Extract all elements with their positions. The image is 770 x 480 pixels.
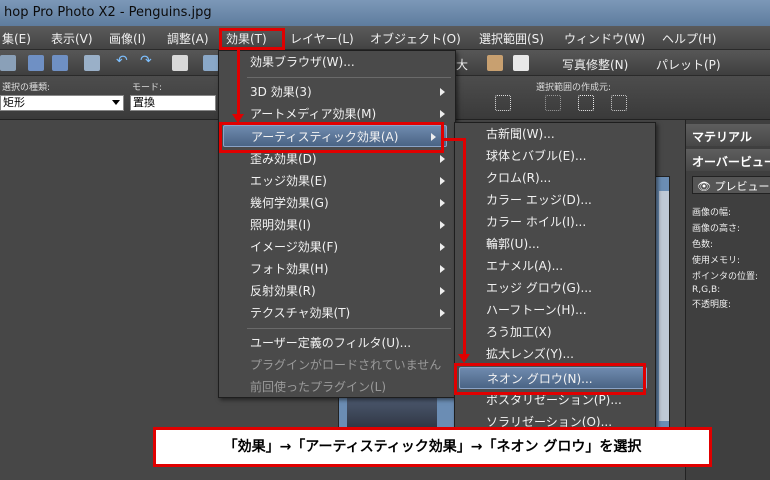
menu-object[interactable]: オブジェクト(O) (370, 30, 461, 47)
menu-item-balls-and-bubbles[interactable]: 球体とバブル(E)... (455, 145, 655, 167)
highlight-effects-menu (219, 28, 285, 50)
overview-panel-title[interactable]: オーバービュー (686, 149, 770, 171)
menu-item-hot-wax[interactable]: ろう加工(X) (455, 321, 655, 343)
menu-help[interactable]: ヘルプ(H) (662, 30, 716, 47)
right-panel: マテリアル オーバービュー 👁 プレビュー 画像の幅: 画像の高さ: 色数: 使… (685, 120, 770, 480)
document-icon[interactable] (513, 55, 529, 71)
select-type-dropdown[interactable]: 矩形 (0, 95, 124, 111)
redo-icon[interactable]: ↷ (140, 53, 156, 69)
menu-separator (247, 328, 451, 329)
menu-item-magnifying-lens[interactable]: 拡大レンズ(Y)... (455, 343, 655, 365)
menu-item-chrome[interactable]: クロム(R)... (455, 167, 655, 189)
window-title: hop Pro Photo X2 - Penguins.jpg (4, 5, 212, 20)
menu-item-colored-edges[interactable]: カラー エッジ(D)... (455, 189, 655, 211)
penguins-photo (347, 397, 437, 431)
submenu-arrow-icon (440, 155, 445, 163)
submenu-arrow-icon (440, 199, 445, 207)
menu-item-enamel[interactable]: エナメル(A)... (455, 255, 655, 277)
undo-icon[interactable]: ↶ (116, 53, 132, 69)
menu-adjust[interactable]: 調整(A) (167, 30, 209, 47)
selection-icon[interactable] (495, 95, 511, 111)
menu-bar: 集(E) 表示(V) 画像(I) 調整(A) 効果(T) レイヤー(L) オブジ… (0, 26, 770, 50)
browse-icon[interactable] (172, 55, 188, 71)
menu-item-aged-newspaper[interactable]: 古新聞(W)... (455, 123, 655, 145)
eye-icon: 👁 (697, 180, 711, 193)
info-opacity: 不透明度: (692, 300, 732, 310)
photo-retouch-menu[interactable]: 写真修整(N) (562, 56, 628, 73)
create-from-label: 選択範囲の作成元: (536, 83, 612, 93)
submenu-arrow-icon (440, 243, 445, 251)
palette-menu[interactable]: パレット(P) (656, 56, 721, 73)
menu-view[interactable]: 表示(V) (51, 30, 93, 47)
submenu-arrow-icon (440, 221, 445, 229)
selection-from-layer-icon[interactable] (578, 95, 594, 111)
menu-item-effect-browser[interactable]: 効果ブラウザ(W)... (219, 51, 455, 73)
title-bar: hop Pro Photo X2 - Penguins.jpg (0, 0, 770, 26)
submenu-arrow-icon (440, 265, 445, 273)
menu-item-glowing-edges[interactable]: エッジ グロウ(G)... (455, 277, 655, 299)
annotation-arrow (463, 138, 466, 356)
menu-item-texture-effects[interactable]: テクスチャ効果(T) (219, 302, 455, 324)
menu-layer[interactable]: レイヤー(L) (290, 30, 354, 47)
menu-item-halftone[interactable]: ハーフトーン(H)... (455, 299, 655, 321)
menu-item-user-defined-filter[interactable]: ユーザー定義のフィルタ(U)... (219, 332, 455, 354)
submenu-arrow-icon (440, 287, 445, 295)
menu-item-photo-effects[interactable]: フォト効果(H) (219, 258, 455, 280)
mode-dropdown[interactable]: 置換 (130, 95, 216, 111)
chevron-down-icon (112, 100, 120, 105)
menu-separator (247, 77, 451, 78)
mode-value: 置換 (133, 96, 155, 109)
materials-panel-title[interactable]: マテリアル (686, 124, 770, 146)
annotation-arrow (237, 50, 240, 116)
screenshot-icon[interactable] (203, 55, 219, 71)
selection-from-mask-icon[interactable] (611, 95, 627, 111)
selection-from-image-icon[interactable] (545, 95, 561, 111)
save-icon[interactable] (28, 55, 44, 71)
submenu-arrow-icon (440, 309, 445, 317)
info-width: 画像の幅: (692, 208, 732, 218)
preview-label: プレビュー (714, 180, 770, 193)
menu-item-no-plugins: プラグインがロードされていません (250, 358, 442, 372)
menu-item-illumination-effects[interactable]: 照明効果(I) (219, 214, 455, 236)
menu-item-reflection-effects[interactable]: 反射効果(R) (219, 280, 455, 302)
select-type-value: 矩形 (3, 96, 25, 109)
toolbar-tail-char: 大 (456, 58, 469, 72)
effects-menu: 効果ブラウザ(W)... 3D 効果(3) アートメディア効果(M) アーティス… (218, 50, 456, 398)
highlight-artistic-effects (219, 122, 444, 153)
instruction-caption: 「効果」→「アーティスティック効果」→「ネオン グロウ」を選択 (153, 427, 712, 467)
info-memory: 使用メモリ: (692, 256, 741, 266)
camera-icon[interactable] (487, 55, 503, 71)
arrow-down-icon (458, 354, 470, 363)
print-icon[interactable] (84, 55, 100, 71)
menu-item-contours[interactable]: 輪郭(U)... (455, 233, 655, 255)
submenu-arrow-icon (440, 177, 445, 185)
select-type-label: 選択の種類: (2, 83, 51, 93)
menu-item-edge-effects[interactable]: エッジ効果(E) (219, 170, 455, 192)
menu-selection[interactable]: 選択範囲(S) (479, 30, 544, 47)
submenu-arrow-icon (440, 110, 445, 118)
toolbar-icon[interactable] (0, 55, 16, 71)
submenu-arrow-icon (440, 88, 445, 96)
highlight-neon-glow (454, 363, 646, 395)
menu-window[interactable]: ウィンドウ(W) (564, 30, 645, 47)
menu-item-image-effects[interactable]: イメージ効果(F) (219, 236, 455, 258)
info-height: 画像の高さ: (692, 224, 741, 234)
menu-item-last-plugin: 前回使ったプラグイン(L) (250, 380, 387, 394)
info-rgb: R,G,B: (692, 285, 721, 295)
info-colors: 色数: (692, 240, 714, 250)
menu-item-3d-effects[interactable]: 3D 効果(3) (219, 81, 455, 103)
menu-item-geometric-effects[interactable]: 幾何学効果(G) (219, 192, 455, 214)
save-as-icon[interactable] (52, 55, 68, 71)
info-pointer: ポインタの位置: (692, 272, 759, 282)
mode-label: モード: (132, 83, 163, 93)
preview-tab[interactable]: 👁 プレビュー (692, 176, 770, 194)
vertical-scrollbar[interactable] (659, 191, 669, 421)
menu-image[interactable]: 画像(I) (109, 30, 146, 47)
menu-edit[interactable]: 集(E) (2, 30, 31, 47)
menu-item-colored-foil[interactable]: カラー ホイル(I)... (455, 211, 655, 233)
